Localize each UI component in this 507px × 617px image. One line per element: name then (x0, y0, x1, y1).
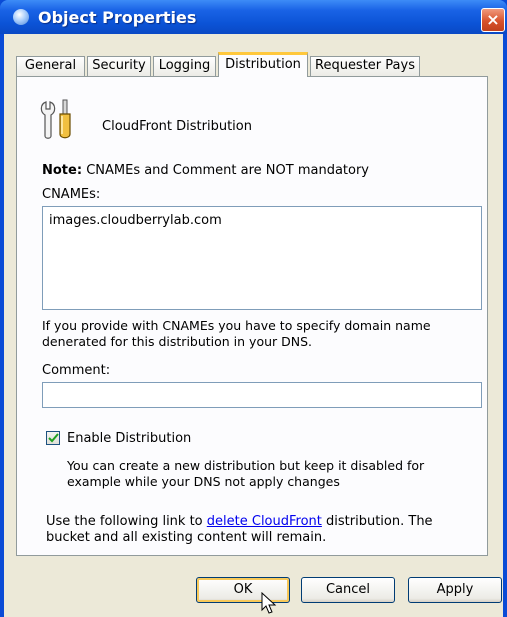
tab-logging[interactable]: Logging (153, 56, 216, 76)
cnames-label: CNAMEs: (42, 187, 101, 202)
close-button[interactable]: × (481, 8, 505, 32)
enable-hint: You can create a new distribution but ke… (67, 458, 424, 490)
cnames-textarea[interactable]: images.cloudberrylab.com (42, 206, 482, 310)
delete-suffix: distribution. The (326, 514, 433, 529)
title-bar[interactable]: Object Properties × (0, 0, 507, 34)
tools-icon (40, 99, 71, 139)
cancel-button[interactable]: Cancel (301, 577, 395, 603)
enable-hint-line2: example while your DNS not apply changes (67, 474, 340, 489)
comment-label: Comment: (42, 363, 111, 378)
tab-distribution[interactable]: Distribution (218, 52, 308, 77)
cnames-hint: If you provide with CNAMEs you have to s… (42, 318, 431, 350)
delete-line2: bucket and all existing content will rem… (46, 530, 327, 545)
tab-requester-pays[interactable]: Requester Pays (310, 56, 420, 76)
dialog-client-area: General Security Logging Distribution Re… (4, 34, 503, 617)
section-title: CloudFront Distribution (102, 119, 252, 134)
mouse-cursor-icon (261, 592, 277, 614)
tab-general[interactable]: General (16, 56, 85, 76)
object-properties-window: Object Properties × General Security Log… (0, 0, 507, 617)
note-body: CNAMEs and Comment are NOT mandatory (86, 163, 369, 178)
app-icon (13, 9, 29, 25)
apply-button[interactable]: Apply (408, 577, 502, 603)
enable-hint-line1: You can create a new distribution but ke… (67, 458, 425, 473)
delete-cloudfront-link[interactable]: delete CloudFront (207, 514, 322, 529)
delete-prefix: Use the following link to (46, 514, 203, 529)
cnames-hint-line1: If you provide with CNAMEs you have to s… (42, 318, 431, 333)
enable-distribution-checkbox[interactable] (46, 431, 60, 445)
note-text: Note: CNAMEs and Comment are NOT mandato… (42, 163, 369, 178)
comment-input[interactable] (42, 382, 482, 408)
delete-info: Use the following link to delete CloudFr… (46, 514, 433, 546)
note-label: Note: (42, 163, 83, 178)
tab-security[interactable]: Security (87, 56, 151, 76)
enable-distribution-label[interactable]: Enable Distribution (67, 431, 191, 446)
window-title: Object Properties (38, 8, 197, 27)
checkmark-icon (48, 433, 59, 443)
cnames-hint-line2: denerated for this distribution in your … (42, 334, 313, 349)
